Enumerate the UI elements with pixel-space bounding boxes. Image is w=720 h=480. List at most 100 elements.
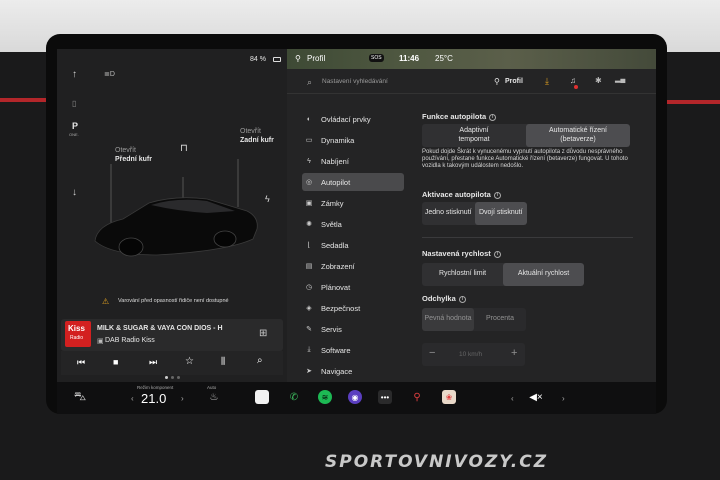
toggle-icon: ◐ xyxy=(306,115,312,123)
offset-stepper[interactable]: − 10 km/h + xyxy=(422,343,525,366)
option-fixed-value[interactable]: Pevná hodnota xyxy=(422,308,474,331)
favorite-icon[interactable]: ☆ xyxy=(185,356,194,367)
rear-trunk-label[interactable]: Zadní kufr xyxy=(240,137,274,144)
divider xyxy=(422,237,633,238)
set-speed-selector[interactable]: Rychlostní limit Aktuální rychlost xyxy=(422,263,584,286)
info-icon[interactable]: i xyxy=(489,113,497,121)
car-top-icon: ▯ xyxy=(72,99,77,108)
menu-charging[interactable]: ϟ Nabíjení xyxy=(302,152,404,170)
option-adaptive-cruise[interactable]: Adaptivní tempomat xyxy=(422,124,526,147)
option-double-press[interactable]: Dvojí stisknutí xyxy=(474,202,527,225)
cabin-temperature[interactable]: 21.0 xyxy=(141,391,166,406)
bluetooth-icon[interactable]: ✱ xyxy=(595,76,602,85)
sos-badge[interactable]: SOS xyxy=(369,54,384,62)
search-icon[interactable]: ⌕ xyxy=(257,355,263,366)
info-icon[interactable]: i xyxy=(493,191,501,199)
headlight-icon[interactable]: ≣D xyxy=(104,70,115,78)
rear-trunk-action[interactable]: Otevřít xyxy=(240,128,261,135)
decrease-button[interactable]: − xyxy=(429,347,435,359)
menu-service[interactable]: ✎ Servis xyxy=(302,320,404,338)
increase-button[interactable]: + xyxy=(511,347,517,359)
touchscreen: 84 % ≣D ↑ ▯ P ONE. ↓ Otevřít Přední kufr… xyxy=(57,49,656,382)
menu-autopilot[interactable]: ◎ Autopilot xyxy=(302,173,404,191)
signal-icon: ▂▄ xyxy=(615,76,626,83)
menu-seats[interactable]: ⌊ Sedadla xyxy=(302,236,404,254)
download-icon[interactable]: ⤓ xyxy=(545,76,549,87)
status-profile[interactable]: Profil xyxy=(307,54,325,63)
bell-icon[interactable]: ♫ xyxy=(570,76,576,85)
app-launcher-icon[interactable] xyxy=(255,390,269,404)
search-icon[interactable]: ⌕ xyxy=(307,77,312,88)
gear-selector[interactable]: ↑ ▯ P ONE. ↓ xyxy=(69,69,85,209)
battery-icon xyxy=(273,57,281,62)
autopilot-features-title: Funkce autopilota i xyxy=(422,112,497,121)
offset-type-selector[interactable]: Pevná hodnota Procenta xyxy=(422,308,526,331)
media-source-icon[interactable]: ⊞ xyxy=(259,328,267,339)
option-autosteer[interactable]: Automatické řízení (betaverze) xyxy=(526,124,630,147)
car-icon: ▭ xyxy=(305,137,313,144)
menu-locks[interactable]: ▣ Zámky xyxy=(302,194,404,212)
menu-software[interactable]: ⤓ Software xyxy=(302,341,404,359)
autopilot-description: Pokud dojde Škrát k vynucenému vypnutí a… xyxy=(422,149,628,170)
autopilot-mode-selector[interactable]: Adaptivní tempomat Automatické řízení (bet… xyxy=(422,124,630,147)
media-player[interactable]: Kiss Radio MILK & SUGAR & VAYA CON DIOS … xyxy=(61,319,283,351)
info-icon[interactable]: i xyxy=(493,250,501,258)
map-status-bar: ⚲ Profil SOS 11:46 25°C xyxy=(287,49,656,69)
person-icon[interactable]: ⚲ xyxy=(295,54,301,63)
navigation-icon: ➤ xyxy=(306,368,312,375)
temp-up-icon[interactable]: › xyxy=(181,394,184,403)
station-name: DAB Radio Kiss xyxy=(105,337,155,344)
ambient-light-right xyxy=(658,100,720,104)
spotify-icon[interactable]: ≋ xyxy=(318,390,332,404)
car-panel: 84 % ≣D ↑ ▯ P ONE. ↓ Otevřít Přední kufr… xyxy=(57,49,287,382)
offset-value: 10 km/h xyxy=(459,351,483,358)
phone-icon[interactable]: ✆ xyxy=(287,390,301,404)
outside-temp: 25°C xyxy=(435,54,453,63)
warning-icon: ⚠ xyxy=(102,297,110,306)
volume-up-icon[interactable]: › xyxy=(562,394,565,403)
driver-warning-text: Varování před opasností řidiče není dost… xyxy=(118,298,229,304)
unlock-icon[interactable]: ⊓ xyxy=(180,143,188,154)
menu-display[interactable]: ▤ Zobrazení xyxy=(302,257,404,275)
menu-safety[interactable]: ◈ Bezpečnost xyxy=(302,299,404,317)
arrow-down-icon[interactable]: ↓ xyxy=(72,187,77,198)
menu-dynamics[interactable]: ▭ Dynamika xyxy=(302,131,404,149)
radio-source-icon: ▣ xyxy=(97,338,104,345)
more-apps-icon[interactable]: ••• xyxy=(378,390,392,404)
menu-navigation[interactable]: ➤ Navigace xyxy=(302,362,404,380)
front-trunk-action[interactable]: Otevřít xyxy=(115,147,136,154)
car-icon[interactable]: ⛍ xyxy=(73,389,87,404)
previous-icon[interactable]: ⏮ xyxy=(77,357,85,368)
equalizer-icon[interactable]: ⫼ xyxy=(221,356,225,367)
arrow-up-icon[interactable]: ↑ xyxy=(72,69,77,80)
mute-icon[interactable]: ◀× xyxy=(529,390,543,404)
option-single-press[interactable]: Jedno stisknutí xyxy=(422,202,475,225)
menu-controls[interactable]: ◐ Ovládací prvky xyxy=(302,110,404,128)
profile-icon[interactable]: ⚲ xyxy=(494,77,500,86)
stop-icon[interactable]: ■ xyxy=(113,357,118,367)
park-sub: ONE. xyxy=(69,132,79,137)
volume-down-icon[interactable]: ‹ xyxy=(511,394,514,403)
photo-app-icon[interactable]: ❀ xyxy=(442,390,456,404)
option-current-speed[interactable]: Aktuální rychlost xyxy=(503,263,584,286)
joystick-icon[interactable]: ⚲ xyxy=(410,390,424,404)
settings-search-input[interactable]: Nastavení vyhledávání xyxy=(322,78,388,85)
download-icon: ⤓ xyxy=(307,346,311,353)
info-icon[interactable]: i xyxy=(458,295,466,303)
lock-icon: ▣ xyxy=(305,200,313,207)
next-icon[interactable]: ⏭ xyxy=(149,357,157,368)
taskbar: ⛍ ‹ Režim komponent 21.0 › Auto ♨ ✆ ≋ ◉ … xyxy=(57,382,656,414)
option-speed-limit[interactable]: Rychlostní limit xyxy=(422,263,503,286)
camera-icon[interactable]: ◉ xyxy=(348,390,362,404)
option-percent[interactable]: Procenta xyxy=(474,308,526,331)
media-controls: ⏮ ■ ⏭ ☆ ⫼ ⌕ xyxy=(61,351,283,375)
menu-schedule[interactable]: ◷ Plánovat xyxy=(302,278,404,296)
temp-down-icon[interactable]: ‹ xyxy=(131,394,134,403)
wrench-icon: ✎ xyxy=(306,326,312,333)
profile-link[interactable]: Profil xyxy=(505,78,523,85)
seat-heater-icon[interactable]: ♨ xyxy=(207,390,221,404)
park-indicator: P xyxy=(72,121,79,131)
offset-title: Odchylka i xyxy=(422,294,466,303)
activation-selector[interactable]: Jedno stisknutí Dvojí stisknutí xyxy=(422,202,527,225)
menu-lights[interactable]: ✺ Světla xyxy=(302,215,404,233)
